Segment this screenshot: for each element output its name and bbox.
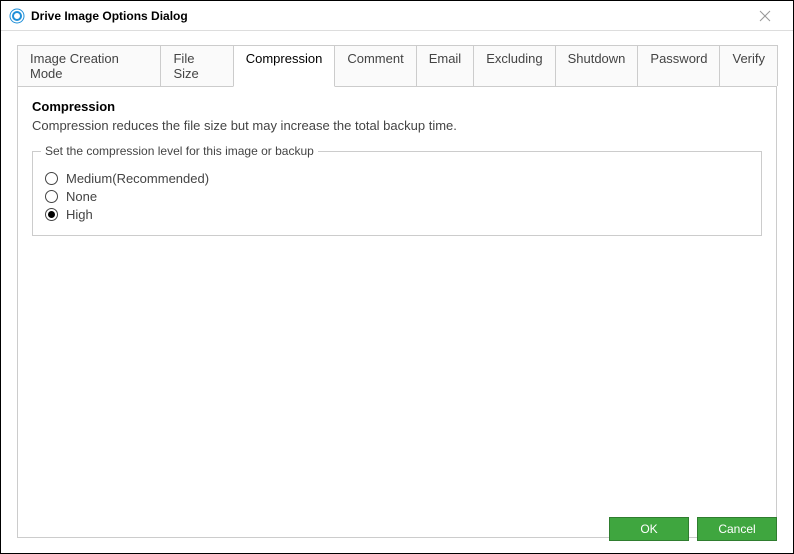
ok-button[interactable]: OK	[609, 517, 689, 541]
tab-verify[interactable]: Verify	[719, 45, 778, 86]
tab-image-creation-mode[interactable]: Image Creation Mode	[17, 45, 161, 86]
tab-label: Shutdown	[568, 51, 626, 66]
tab-comment[interactable]: Comment	[334, 45, 416, 86]
tab-strip: Image Creation Mode File Size Compressio…	[17, 45, 777, 86]
panel-description: Compression reduces the file size but ma…	[32, 118, 762, 133]
button-label: OK	[640, 522, 657, 536]
tab-excluding[interactable]: Excluding	[473, 45, 555, 86]
window-title: Drive Image Options Dialog	[31, 9, 745, 23]
panel-title: Compression	[32, 99, 762, 114]
tab-panel: Compression Compression reduces the file…	[17, 86, 777, 538]
groupbox-legend: Set the compression level for this image…	[41, 144, 318, 158]
tab-compression[interactable]: Compression	[233, 45, 336, 87]
radio-label: High	[66, 207, 93, 222]
tab-label: Compression	[246, 51, 323, 66]
tab-label: Verify	[732, 51, 765, 66]
radio-icon	[45, 172, 58, 185]
content-area: Image Creation Mode File Size Compressio…	[1, 31, 793, 538]
radio-medium[interactable]: Medium(Recommended)	[45, 171, 749, 186]
compression-groupbox: Set the compression level for this image…	[32, 151, 762, 236]
tab-label: File Size	[173, 51, 198, 81]
tab-label: Comment	[347, 51, 403, 66]
close-icon	[759, 10, 771, 22]
button-label: Cancel	[718, 522, 755, 536]
title-bar: Drive Image Options Dialog	[1, 1, 793, 31]
tab-label: Email	[429, 51, 462, 66]
cancel-button[interactable]: Cancel	[697, 517, 777, 541]
dialog-footer: OK Cancel	[609, 517, 777, 541]
tab-shutdown[interactable]: Shutdown	[555, 45, 639, 86]
tab-file-size[interactable]: File Size	[160, 45, 233, 86]
radio-none[interactable]: None	[45, 189, 749, 204]
radio-high[interactable]: High	[45, 207, 749, 222]
radio-label: Medium(Recommended)	[66, 171, 209, 186]
radio-icon	[45, 190, 58, 203]
tab-label: Excluding	[486, 51, 542, 66]
radio-icon	[45, 208, 58, 221]
radio-label: None	[66, 189, 97, 204]
tab-label: Password	[650, 51, 707, 66]
tab-password[interactable]: Password	[637, 45, 720, 86]
close-button[interactable]	[745, 2, 785, 30]
tab-email[interactable]: Email	[416, 45, 475, 86]
app-icon	[9, 8, 25, 24]
tab-label: Image Creation Mode	[30, 51, 119, 81]
